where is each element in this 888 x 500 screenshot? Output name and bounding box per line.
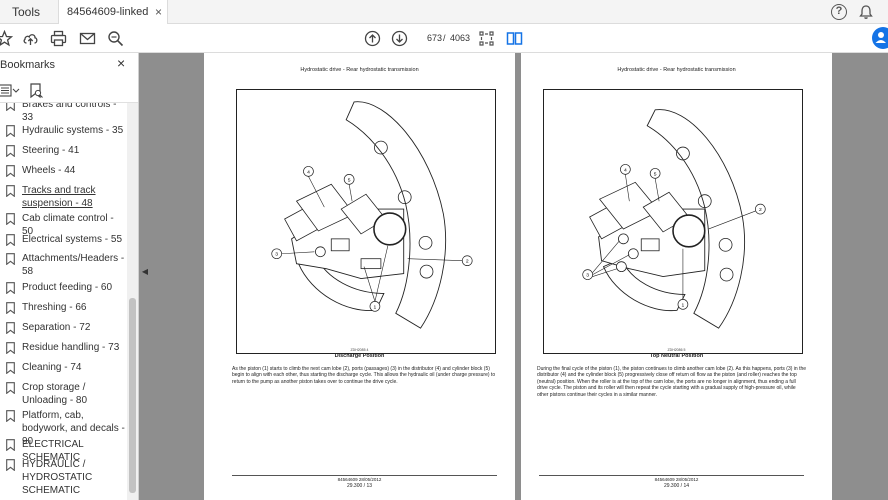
scrollbar-thumb[interactable]	[129, 298, 136, 493]
close-tab-icon[interactable]: ×	[155, 0, 162, 24]
bookmarks-toolbar	[0, 79, 138, 103]
figure-id: ZDH2086 5	[667, 348, 686, 352]
pdf-page: Hydrostatic drive - Rear hydrostatic tra…	[521, 53, 832, 500]
bookmark-label: Residue handling - 73	[22, 342, 120, 353]
close-panel-icon[interactable]: ×	[117, 55, 125, 71]
bookmarks-scrollbar[interactable]	[127, 103, 138, 500]
bookmark-icon	[6, 410, 15, 422]
callout-4: 4	[307, 169, 310, 175]
share-button[interactable]	[872, 27, 888, 49]
next-page-icon[interactable]	[391, 30, 408, 47]
add-user-icon	[875, 32, 886, 43]
page-number-input[interactable]: 673	[418, 30, 442, 47]
bookmark-icon	[6, 439, 15, 451]
upload-cloud-icon[interactable]	[22, 30, 39, 47]
callout-1: 1	[682, 302, 685, 308]
body-text: During the final cycle of the piston (1)…	[537, 366, 807, 398]
bookmark-icon	[6, 213, 15, 225]
footer-rule	[539, 475, 804, 476]
bookmark-icon	[6, 459, 15, 471]
callout-4: 4	[624, 167, 627, 173]
bookmark-list: Brakes and controls - 33 Hydraulic syste…	[0, 103, 127, 500]
collapse-panel-icon[interactable]: ◀	[140, 262, 150, 282]
bookmarks-title: Bookmarks	[0, 59, 56, 71]
bookmarks-panel: Bookmarks × Brakes and controls - 33 Hyd…	[0, 53, 139, 500]
tab-bar: Tools 84564609-linked pd... × ?	[0, 0, 888, 42]
fit-page-icon[interactable]	[478, 30, 495, 47]
bookmark-icon	[6, 185, 15, 197]
tools-tab[interactable]: Tools	[0, 0, 50, 24]
bookmark-label: Brakes and controls - 33	[22, 103, 117, 123]
footer-rule	[232, 475, 497, 476]
notifications-icon[interactable]	[858, 4, 874, 20]
bookmark-label: Separation - 72	[22, 322, 91, 333]
callout-5: 5	[348, 177, 351, 183]
bookmark-icon	[6, 362, 15, 374]
callout-5: 5	[654, 171, 657, 177]
list-options-icon[interactable]	[0, 84, 20, 98]
bookmark-icon	[6, 282, 15, 294]
bookmark-icon	[6, 302, 15, 314]
email-icon[interactable]	[79, 30, 96, 47]
figure-id: ZDH2085 4	[350, 348, 369, 352]
figure-caption: Discharge Position	[334, 353, 385, 359]
bookmark-label: Attachments/Headers - 58	[22, 253, 125, 277]
bookmark-label: Electrical systems - 55	[22, 234, 123, 245]
callout-3: 3	[275, 252, 278, 258]
bookmark-icon	[6, 322, 15, 334]
bookmark-label: Cleaning - 74	[22, 362, 82, 373]
footer-reference: 84564609 28/05/2012	[654, 477, 699, 482]
bookmark-icon	[6, 165, 15, 177]
bookmark-icon	[6, 125, 15, 137]
bookmark-icon	[6, 382, 15, 394]
bookmark-label: Steering - 41	[22, 145, 80, 156]
footer-page-number: 29.300 / 14	[663, 483, 690, 489]
bookmark-icon	[6, 342, 15, 354]
callout-1: 1	[374, 304, 377, 310]
two-page-view-icon[interactable]	[506, 30, 523, 47]
callout-3: 3	[586, 273, 589, 279]
bookmark-icon	[6, 253, 15, 265]
figure-discharge-position: 4 5 3 2 1	[236, 89, 496, 354]
star-icon[interactable]	[0, 30, 13, 47]
callout-2: 2	[759, 207, 762, 213]
bookmark-icon	[6, 234, 15, 246]
bookmark-label: Threshing - 66	[22, 302, 87, 313]
body-text: As the piston (1) starts to climb the ne…	[232, 366, 496, 385]
bookmark-label: Tracks and track suspension - 48	[22, 185, 96, 209]
bookmark-label: Hydraulic systems - 35	[22, 125, 124, 136]
page-header: Hydrostatic drive - Rear hydrostatic tra…	[300, 67, 419, 73]
bookmark-icon	[6, 103, 15, 111]
zoom-search-icon[interactable]	[107, 30, 124, 47]
document-tab[interactable]: 84564609-linked pd... ×	[58, 0, 168, 42]
footer-reference: 84564609 28/05/2012	[337, 477, 382, 482]
add-bookmark-icon[interactable]	[29, 83, 44, 99]
figure-top-neutral-position: 4 5 3 2 1	[543, 89, 803, 354]
callout-2: 2	[466, 259, 469, 265]
previous-page-icon[interactable]	[364, 30, 381, 47]
print-icon[interactable]	[50, 30, 67, 47]
footer-page-number: 29.300 / 13	[346, 483, 373, 489]
figure-caption: Top Neutral Position	[649, 353, 704, 359]
page-separator: /	[443, 33, 446, 43]
pdf-page: Hydrostatic drive - Rear hydrostatic tra…	[204, 53, 515, 500]
help-icon[interactable]: ?	[831, 4, 847, 20]
bookmark-label: Crop storage / Unloading - 80	[22, 382, 88, 406]
total-pages: 4063	[450, 33, 471, 43]
toolbar: 673 / 4063	[0, 24, 888, 53]
bookmark-label: HYDRAULIC / HYDROSTATIC SCHEMATIC	[22, 459, 93, 496]
page-header: Hydrostatic drive - Rear hydrostatic tra…	[617, 67, 736, 73]
bookmark-label: Product feeding - 60	[22, 282, 113, 293]
bookmark-icon	[6, 145, 15, 157]
bookmark-label: Wheels - 44	[22, 165, 76, 176]
